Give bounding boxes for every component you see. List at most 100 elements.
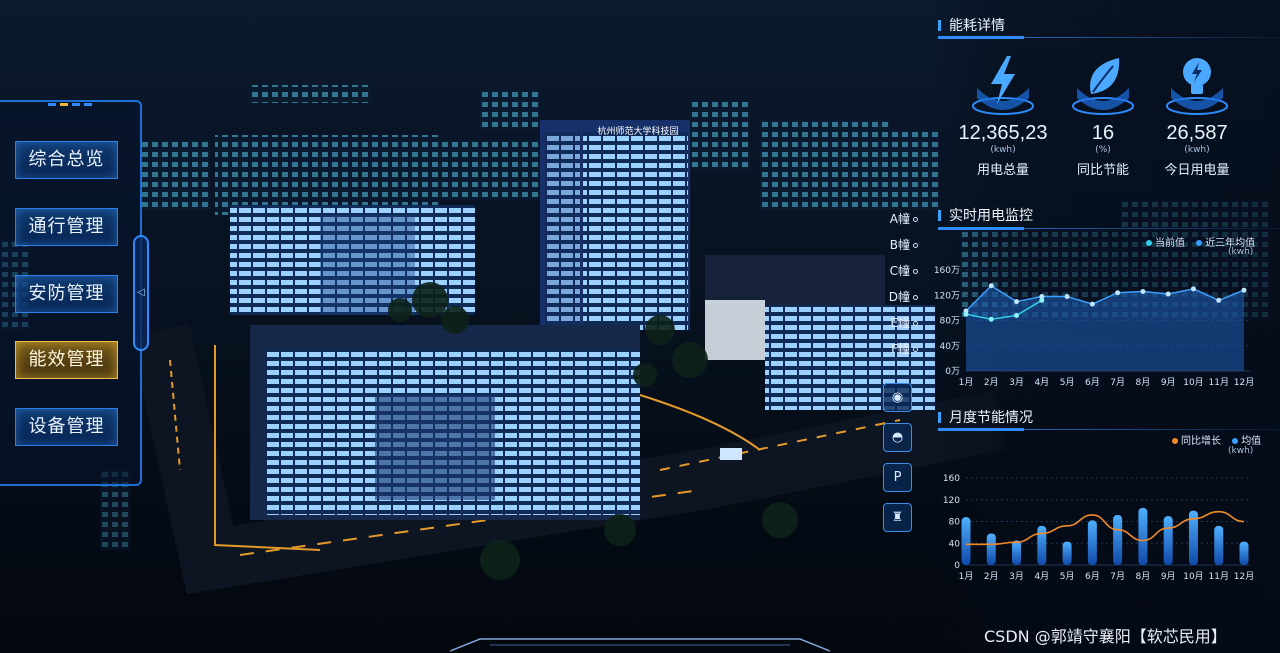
- y-tick-label: 0: [954, 561, 960, 571]
- point-current: [1014, 312, 1020, 318]
- x-tick-label: 10月: [1183, 377, 1203, 388]
- x-tick-label: 12月: [1234, 377, 1254, 388]
- bar-mean: [1239, 541, 1249, 565]
- x-tick-label: 3月: [1009, 377, 1024, 388]
- stat-total-power: 12,365,23 (kwh) 用电总量: [955, 52, 1051, 178]
- point-current: [988, 316, 994, 322]
- stat-unit: (%): [1095, 145, 1111, 155]
- stat-label: 今日用电量: [1164, 163, 1230, 178]
- nav-energy-button[interactable]: 能效管理: [15, 341, 118, 379]
- floor-label: E幢: [890, 316, 910, 330]
- y-tick-label: 80: [949, 518, 961, 528]
- nav-collapse-handle[interactable]: ◁: [133, 235, 149, 351]
- line-growth: [966, 510, 1245, 546]
- energy-detail-title: 能耗详情: [938, 15, 1005, 35]
- floor-label: A幢: [889, 212, 910, 226]
- section-divider: [938, 36, 1280, 39]
- bar-mean: [1138, 507, 1148, 565]
- monthly-legend: 同比增长 均值: [1164, 432, 1261, 447]
- stat-unit: (kwh): [990, 145, 1016, 155]
- x-tick-label: 11月: [1209, 377, 1229, 388]
- bar-mean: [1037, 525, 1047, 565]
- bar-mean: [986, 533, 996, 565]
- dot-icon: [913, 217, 918, 222]
- stat-today-power: 26,587 (kwh) 今日用电量: [1149, 52, 1245, 178]
- floor-label: B幢: [889, 238, 910, 252]
- x-tick-label: 6月: [1085, 571, 1100, 582]
- realtime-unit: (kwh): [1228, 247, 1254, 257]
- point-current: [1039, 297, 1045, 303]
- camera-icon: ◉: [891, 390, 904, 405]
- dot-icon: [913, 321, 918, 326]
- y-tick-label: 40万: [940, 342, 960, 352]
- nav-security-button[interactable]: 安防管理: [15, 275, 118, 313]
- floor-item-d[interactable]: D幢: [878, 288, 918, 305]
- floor-item-f[interactable]: F幢: [878, 340, 918, 357]
- stat-value: 12,365,23: [958, 122, 1048, 144]
- x-tick-label: 11月: [1209, 571, 1229, 582]
- y-tick-label: 160万: [934, 266, 960, 276]
- point-avg: [1089, 301, 1095, 307]
- monthly-bar-chart: 160 120 80 40 01月 2月 3月 4月 5月 6月 7月 8月 9月 10月 11月 12月: [943, 474, 1254, 582]
- point-avg: [1165, 291, 1171, 297]
- x-tick-label: 2月: [984, 571, 999, 582]
- x-tick-label: 3月: [1009, 571, 1024, 582]
- nav-decoration: [48, 103, 92, 106]
- dot-icon: [913, 243, 918, 248]
- nav-overview-button[interactable]: 综合总览: [15, 141, 118, 179]
- bulb-icon: [1161, 52, 1233, 116]
- x-tick-label: 8月: [1136, 377, 1151, 388]
- floor-item-a[interactable]: A幢: [878, 210, 918, 227]
- parking-tool-button[interactable]: P: [883, 463, 912, 492]
- y-tick-label: 40: [949, 539, 961, 549]
- point-avg: [1241, 287, 1247, 293]
- hydrant-tool-button[interactable]: ♜: [883, 503, 912, 532]
- bar-mean: [1214, 525, 1224, 565]
- stat-unit: (kwh): [1184, 145, 1210, 155]
- point-avg: [1014, 299, 1020, 305]
- x-tick-label: 1月: [959, 571, 974, 582]
- point-avg: [1140, 288, 1146, 294]
- x-tick-label: 5月: [1060, 377, 1075, 388]
- floor-item-e[interactable]: E幢: [878, 314, 918, 331]
- bar-mean: [1012, 540, 1022, 565]
- y-tick-label: 80万: [940, 317, 960, 327]
- leaf-icon: [1067, 52, 1139, 116]
- x-tick-label: 7月: [1110, 571, 1125, 582]
- camera-tool-button[interactable]: ◉: [883, 383, 912, 412]
- stat-label: 用电总量: [976, 163, 1029, 178]
- x-tick-label: 6月: [1085, 377, 1100, 388]
- section-divider: [938, 227, 1280, 230]
- parking-icon: P: [893, 470, 902, 485]
- x-tick-label: 7月: [1110, 377, 1125, 388]
- bar-mean: [961, 517, 971, 565]
- point-avg: [1216, 297, 1222, 303]
- chevron-left-icon: ◁: [137, 287, 145, 298]
- lightning-icon: [967, 52, 1039, 116]
- monthly-saving-title: 月度节能情况: [938, 407, 1033, 427]
- legend-growth: 同比增长: [1181, 436, 1221, 447]
- y-tick-label: 120: [943, 496, 960, 506]
- building-sign: 杭州师范大学科技园: [597, 125, 678, 137]
- bar-mean: [1087, 520, 1097, 565]
- nav-traffic-button[interactable]: 通行管理: [15, 208, 118, 246]
- floor-label: F幢: [891, 342, 910, 356]
- floor-item-c[interactable]: C幢: [878, 262, 918, 279]
- dome-camera-tool-button[interactable]: ◓: [883, 423, 912, 452]
- bottom-decoration: [450, 638, 830, 652]
- point-avg: [1190, 286, 1196, 292]
- nav-equipment-button[interactable]: 设备管理: [15, 408, 118, 446]
- x-tick-label: 10月: [1183, 571, 1203, 582]
- hydrant-icon: ♜: [891, 510, 904, 525]
- point-avg: [988, 283, 994, 289]
- x-tick-label: 8月: [1136, 571, 1151, 582]
- y-tick-label: 120万: [934, 291, 960, 301]
- floor-item-b[interactable]: B幢: [878, 236, 918, 253]
- x-tick-label: 4月: [1034, 571, 1049, 582]
- section-divider: [938, 428, 1280, 431]
- monthly-unit: (kwh): [1228, 446, 1254, 456]
- watermark: CSDN @郭靖守襄阳【软芯民用】: [984, 627, 1227, 646]
- realtime-line-chart: 160万 120万 80万 40万 0万1月 2月 3月 4月 5月 6月 7月 8月 9月 10月 11月…: [934, 266, 1254, 388]
- stat-value: 16: [1091, 122, 1115, 144]
- dot-icon: [913, 295, 918, 300]
